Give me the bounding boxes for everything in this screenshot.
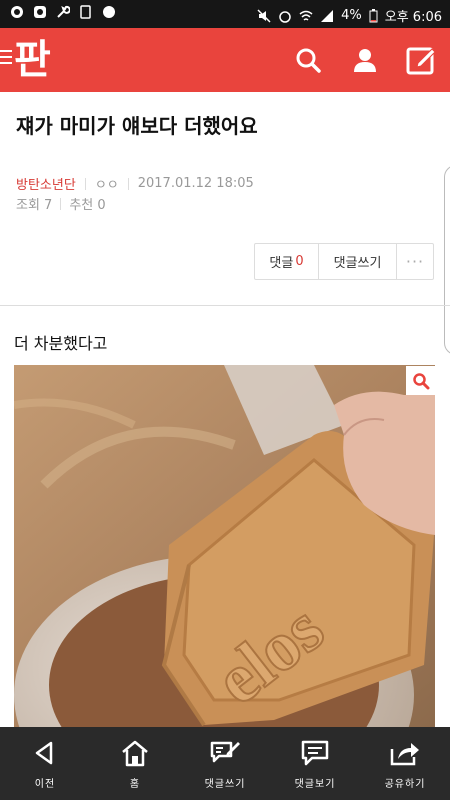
nav-share[interactable]: 공유하기: [360, 727, 450, 800]
home-icon: [122, 740, 148, 767]
author-extra: ㅇㅇ: [94, 178, 119, 193]
comments-label: 댓글: [269, 256, 294, 271]
zoom-button[interactable]: [406, 366, 435, 395]
edit-icon: [406, 47, 436, 75]
battery-icon: [369, 8, 378, 22]
wrench-icon: [57, 5, 70, 18]
nav-view-comments[interactable]: 댓글보기: [270, 727, 360, 800]
write-comment-button[interactable]: 댓글쓰기: [319, 244, 397, 279]
status-icons-right: 4% 오후 6:06: [257, 6, 442, 25]
nav-write-comment-label: 댓글쓰기: [204, 779, 246, 790]
meta-divider: [60, 197, 62, 210]
zoom-icon: [412, 372, 429, 389]
alarm-icon: [279, 10, 291, 23]
bottom-nav: 이전 홈 댓글쓰기 댓글보기 공유하기: [0, 727, 450, 800]
view-comment-icon: [301, 740, 329, 766]
menu-icon[interactable]: [0, 50, 14, 68]
profile-button[interactable]: [347, 42, 383, 78]
user-icon: [354, 49, 376, 72]
nav-view-comments-label: 댓글보기: [294, 779, 336, 790]
screenshot-icon: [80, 5, 91, 19]
messenger-icon: [103, 6, 115, 18]
comments-count: 0: [295, 254, 304, 269]
nav-home-label: 홈: [129, 779, 141, 790]
pann-logo[interactable]: 판: [14, 36, 51, 84]
status-icons-left: [10, 5, 116, 19]
clock: 오후 6:06: [384, 10, 442, 25]
post-meta: 방탄소년단 ㅇㅇ 2017.01.12 18:05: [16, 174, 254, 193]
post-datetime: 2017.01.12 18:05: [137, 176, 254, 191]
signal-icon: [321, 9, 334, 22]
more-button[interactable]: ···: [397, 244, 433, 279]
status-bar: 4% 오후 6:06: [0, 0, 450, 28]
wifi-icon: [299, 10, 313, 21]
app-bar: 판: [0, 28, 450, 92]
post-image[interactable]: elos: [14, 365, 435, 727]
scroll-handle[interactable]: [444, 165, 450, 355]
comments-button[interactable]: 댓글 0: [255, 244, 319, 279]
nav-back[interactable]: 이전: [0, 727, 90, 800]
back-icon: [35, 741, 53, 765]
write-comment-icon: [210, 741, 240, 763]
meta-divider: [127, 177, 129, 190]
nav-share-label: 공유하기: [384, 779, 426, 790]
meta-divider: [84, 177, 86, 190]
recommend-count: 추천 0: [69, 198, 106, 213]
app-notification-icon: [34, 6, 46, 18]
search-icon: [296, 48, 321, 73]
view-count: 조회 7: [16, 198, 53, 213]
share-icon: [390, 743, 419, 766]
battery-level: 4%: [341, 8, 362, 23]
post-stats: 조회 7 추천 0: [16, 194, 106, 213]
post-body-text: 더 차분했다고: [14, 334, 108, 353]
post-actions: 댓글 0 댓글쓰기 ···: [254, 243, 434, 280]
biscuit-photo: elos: [14, 365, 435, 727]
search-button[interactable]: [290, 42, 326, 78]
write-post-button[interactable]: [403, 42, 439, 78]
content-divider: [0, 305, 450, 306]
nav-home[interactable]: 홈: [90, 727, 180, 800]
notification-icon: [11, 6, 23, 18]
mute-icon: [257, 8, 271, 23]
nav-write-comment[interactable]: 댓글쓰기: [180, 727, 270, 800]
post-title: 쟤가 마미가 얘보다 더했어요: [16, 114, 258, 138]
author-name[interactable]: 방탄소년단: [16, 174, 76, 193]
nav-back-label: 이전: [34, 779, 56, 790]
